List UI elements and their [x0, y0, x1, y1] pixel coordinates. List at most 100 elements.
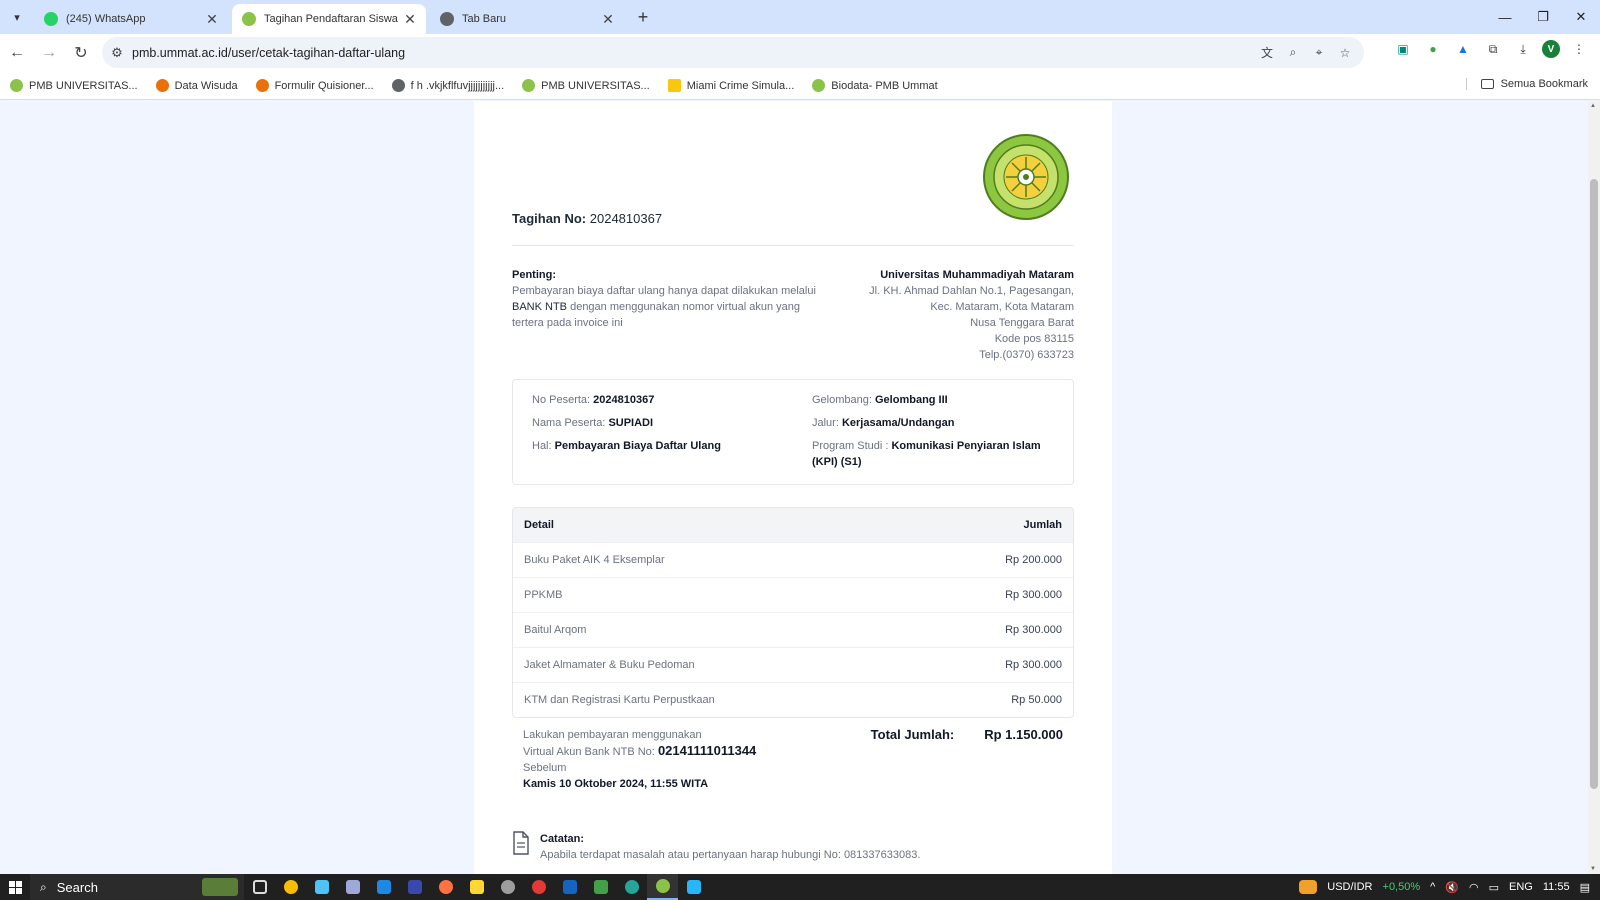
- start-button[interactable]: [0, 874, 30, 900]
- taskbar-search[interactable]: ⌕ Search: [30, 874, 244, 900]
- bookmark-item[interactable]: Data Wisuda: [155, 79, 238, 92]
- minimize-icon[interactable]: —: [1486, 0, 1524, 34]
- reload-icon[interactable]: ↻: [66, 38, 96, 68]
- currency-widget-icon: [1299, 880, 1318, 894]
- battery-icon[interactable]: ▭: [1489, 881, 1499, 894]
- payment-line: Lakukan pembayaran menggunakan: [523, 729, 702, 741]
- note-text: Apabila terdapat masalah atau pertanyaan…: [540, 849, 921, 861]
- postal-code: Kode pos 83115: [994, 333, 1074, 345]
- bookmark-item[interactable]: Biodata- PMB Ummat: [812, 79, 938, 92]
- table-row: Baitul Arqom Rp 300.000: [513, 612, 1073, 647]
- item-name: KTM dan Registrasi Kartu Perpustkaan: [524, 694, 715, 706]
- important-text: Pembayaran biaya daftar ulang hanya dapa…: [512, 285, 816, 297]
- app-green-icon[interactable]: [585, 874, 616, 900]
- tab-tagihan[interactable]: Tagihan Pendaftaran Siswa ✕: [232, 4, 426, 34]
- fee-detail-table: Detail Jumlah Buku Paket AIK 4 Eksemplar…: [512, 507, 1074, 718]
- game-icon: [667, 79, 681, 92]
- volume-muted-icon[interactable]: 🔇: [1445, 881, 1459, 894]
- clock[interactable]: 11:55: [1543, 881, 1570, 893]
- translate-icon[interactable]: 文: [1258, 44, 1276, 62]
- extensions-area: ▣ ● ▲ ⧉ ⤓ V ⋮: [1392, 38, 1590, 60]
- extension-blue-icon[interactable]: ▲: [1452, 38, 1474, 60]
- notifications-icon[interactable]: ▤: [1580, 881, 1590, 894]
- invoice-card: Tagihan No: 2024810367 Penting: Pembayar…: [474, 101, 1112, 874]
- app-icon[interactable]: [337, 874, 368, 900]
- bookmark-item[interactable]: Miami Crime Simula...: [667, 79, 794, 92]
- bookmark-label: Data Wisuda: [174, 79, 238, 92]
- page-viewport: Tagihan No: 2024810367 Penting: Pembayar…: [0, 101, 1588, 874]
- scroll-up-icon[interactable]: ▲: [1590, 103, 1596, 109]
- app-ide-icon[interactable]: [678, 874, 709, 900]
- file-explorer-icon[interactable]: [461, 874, 492, 900]
- address-bar[interactable]: ⚙ pmb.ummat.ac.id/user/cetak-tagihan-daf…: [102, 37, 1364, 68]
- va-label: Virtual Akun Bank NTB No:: [523, 746, 655, 758]
- firefox-icon[interactable]: [430, 874, 461, 900]
- close-window-icon[interactable]: ✕: [1562, 0, 1600, 34]
- extension-globe-icon[interactable]: ●: [1422, 38, 1444, 60]
- close-tab-icon[interactable]: ✕: [204, 11, 220, 27]
- app-blue-icon[interactable]: [399, 874, 430, 900]
- tab-whatsapp[interactable]: (245) WhatsApp ✕: [34, 4, 228, 34]
- location-icon[interactable]: ⌖: [1310, 44, 1328, 62]
- tab-title: Tab Baru: [462, 13, 507, 25]
- forward-arrow-icon[interactable]: →: [34, 38, 64, 68]
- payment-deadline: Kamis 10 Oktober 2024, 11:55 WITA: [523, 778, 709, 790]
- download-icon[interactable]: ⤓: [1512, 38, 1534, 60]
- chrome-taskbar-icon[interactable]: [275, 874, 306, 900]
- edge-icon[interactable]: [616, 874, 647, 900]
- scroll-down-icon[interactable]: ▼: [1590, 866, 1596, 872]
- important-notice: Penting: Pembayaran biaya daftar ulang h…: [512, 267, 827, 331]
- item-amount: Rp 300.000: [1005, 624, 1062, 636]
- item-name: PPKMB: [524, 589, 563, 601]
- tab-search-chevron-icon[interactable]: ▾: [6, 6, 28, 28]
- bookmark-item[interactable]: PMB UNIVERSITAS...: [522, 79, 650, 92]
- bookmark-item[interactable]: Formulir Quisioner...: [255, 79, 374, 92]
- zoom-icon[interactable]: ⌕: [1284, 44, 1302, 62]
- url-text[interactable]: pmb.ummat.ac.id/user/cetak-tagihan-dafta…: [132, 46, 1258, 60]
- folder-icon: [1480, 79, 1494, 89]
- profile-avatar[interactable]: V: [1542, 40, 1560, 58]
- field-value: 2024810367: [593, 394, 655, 406]
- university-name: Universitas Muhammadiyah Mataram: [880, 269, 1074, 281]
- new-tab-plus-icon[interactable]: +: [632, 6, 654, 28]
- field-value: Pembayaran Biaya Daftar Ulang: [554, 440, 721, 452]
- participant-wave: Gelombang: Gelombang III: [812, 392, 948, 408]
- page-scrollbar[interactable]: ▲ ▼: [1588, 101, 1600, 874]
- ticker-label[interactable]: USD/IDR: [1327, 881, 1372, 893]
- opera-icon[interactable]: [523, 874, 554, 900]
- close-tab-icon[interactable]: ✕: [600, 11, 616, 27]
- search-highlight-image: [202, 878, 238, 896]
- language-indicator[interactable]: ENG: [1509, 881, 1533, 893]
- task-view-icon[interactable]: [244, 874, 275, 900]
- tray-chevron-icon[interactable]: ^: [1430, 881, 1435, 893]
- phone-number: Telp.(0370) 633723: [979, 349, 1074, 361]
- store-icon[interactable]: [306, 874, 337, 900]
- ummat-favicon-icon: [812, 79, 826, 92]
- mail-icon[interactable]: [368, 874, 399, 900]
- extension-teal-icon[interactable]: ▣: [1392, 38, 1414, 60]
- site-info-icon[interactable]: ⚙: [102, 45, 132, 61]
- network-icon[interactable]: ◠: [1469, 881, 1479, 894]
- participant-route: Jalur: Kerjasama/Undangan: [812, 415, 954, 431]
- tab-new-tab-page[interactable]: Tab Baru ✕: [430, 4, 624, 34]
- menu-kebab-icon[interactable]: ⋮: [1568, 38, 1590, 60]
- ummat-favicon-icon: [242, 12, 256, 26]
- ticker-change: +0,50%: [1382, 881, 1421, 893]
- app-gray-icon[interactable]: [492, 874, 523, 900]
- whatsapp-icon: [44, 12, 58, 26]
- bookmark-star-icon[interactable]: ☆: [1336, 44, 1354, 62]
- total-label: Total Jumlah:: [870, 727, 955, 742]
- close-tab-icon[interactable]: ✕: [402, 11, 418, 27]
- search-label: Search: [56, 879, 98, 895]
- invoice-number-value: 2024810367: [589, 211, 663, 226]
- note-label: Catatan:: [540, 833, 585, 845]
- bookmark-item[interactable]: PMB UNIVERSITAS...: [10, 79, 138, 92]
- back-arrow-icon[interactable]: ←: [2, 38, 32, 68]
- extensions-puzzle-icon[interactable]: ⧉: [1482, 38, 1504, 60]
- bookmark-item[interactable]: f h .vkjkflfuvjjjjjjjjjjj...: [391, 79, 504, 92]
- restore-icon[interactable]: ❐: [1524, 0, 1562, 34]
- scrollbar-thumb[interactable]: [1590, 179, 1598, 789]
- all-bookmarks-button[interactable]: Semua Bookmark: [1465, 78, 1588, 90]
- chrome-active-icon[interactable]: [647, 874, 678, 900]
- word-icon[interactable]: [554, 874, 585, 900]
